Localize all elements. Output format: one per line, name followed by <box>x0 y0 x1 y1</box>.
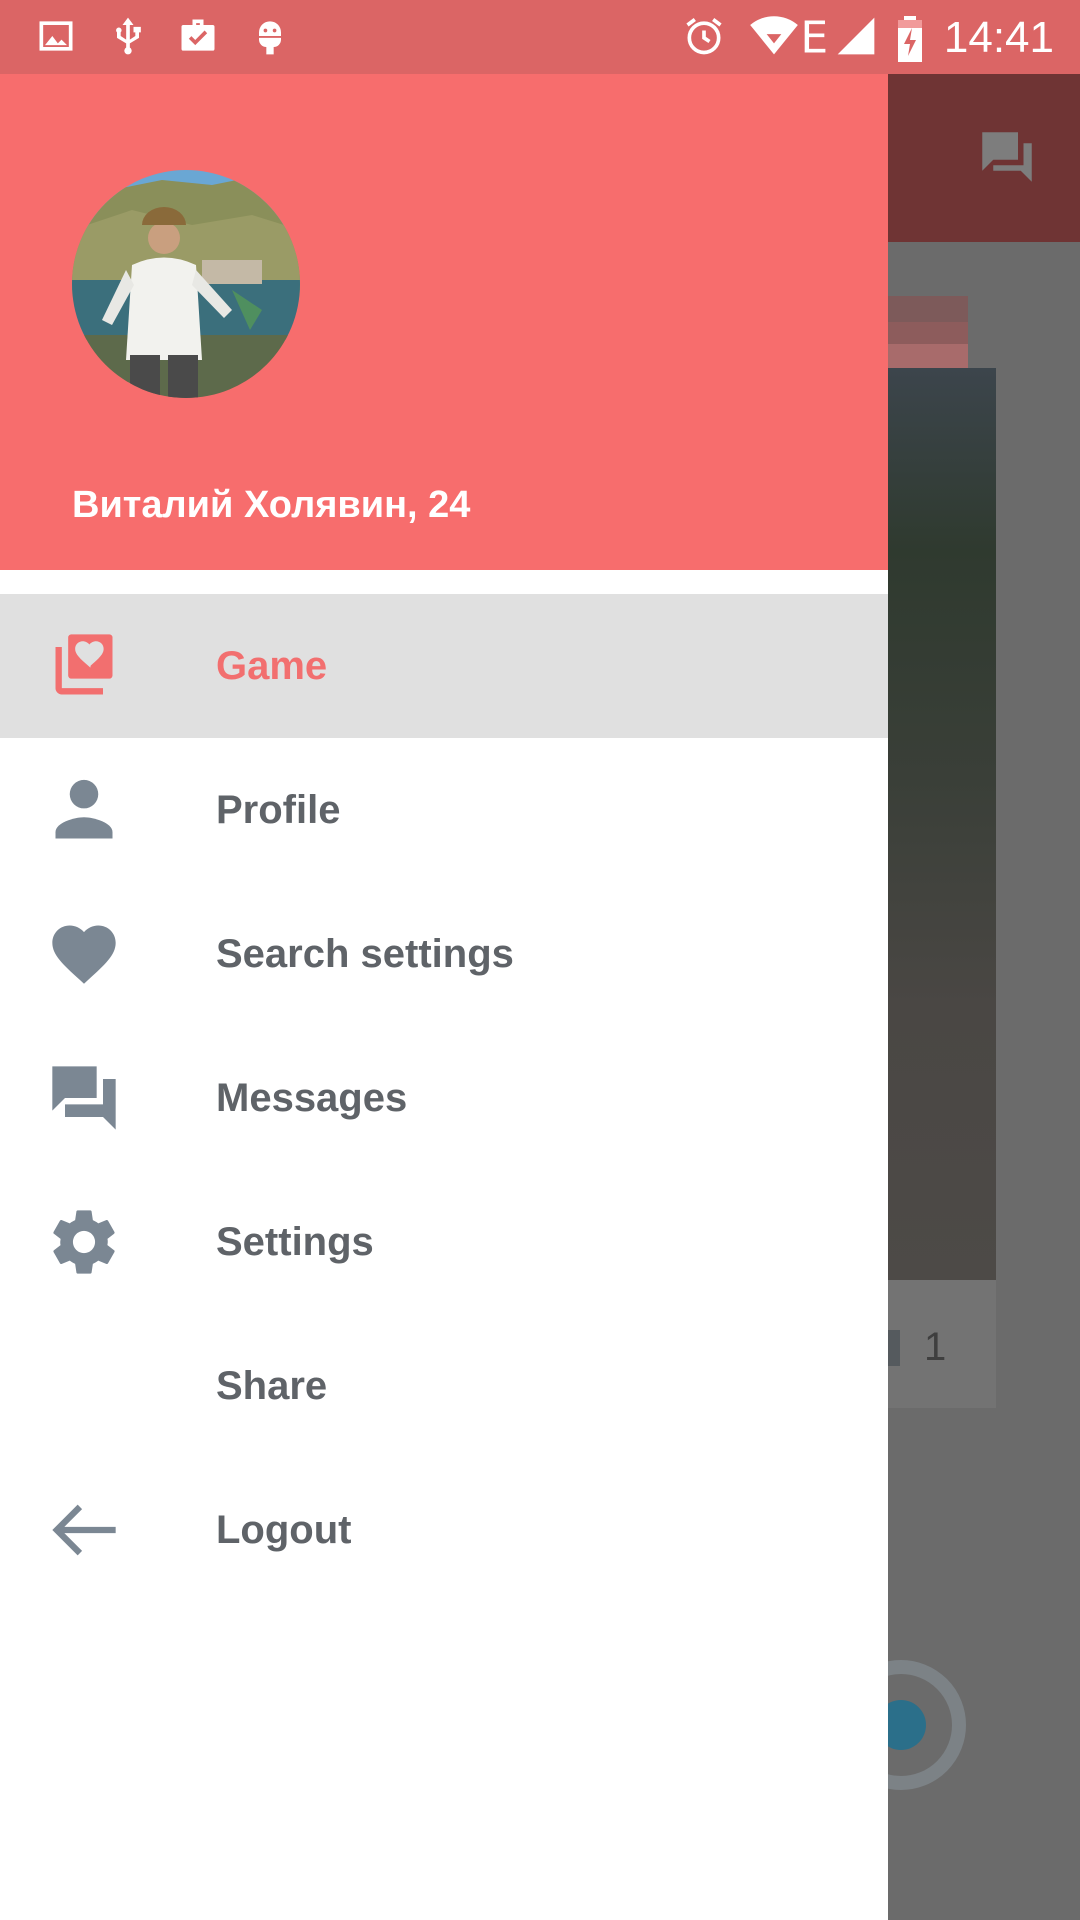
battery-charging-icon <box>892 14 928 62</box>
person-icon <box>46 772 122 848</box>
heart-icon <box>46 916 122 992</box>
signal-icon <box>834 14 878 58</box>
avatar[interactable] <box>72 170 300 398</box>
navigation-drawer: Виталий Холявин, 24 Game Profile Search … <box>0 74 888 1920</box>
background-card-tab <box>888 296 968 322</box>
clock: 14:41 <box>943 13 1054 62</box>
gear-icon <box>46 1204 122 1280</box>
drawer-item-messages[interactable]: Messages <box>0 1026 888 1170</box>
svg-text:E: E <box>800 14 828 58</box>
chat-icon <box>974 124 1040 190</box>
background-profile-photo <box>888 368 996 1280</box>
background-card-tab <box>888 344 968 368</box>
alarm-icon <box>682 14 726 58</box>
drawer-menu: Game Profile Search settings Messages Se… <box>0 594 888 1602</box>
background-like-count: 1 <box>924 1325 947 1369</box>
drawer-item-logout[interactable]: Logout <box>0 1458 888 1602</box>
chat-icon <box>46 1060 122 1136</box>
android-icon <box>248 14 292 58</box>
drawer-item-label: Search settings <box>216 932 514 976</box>
user-name: Виталий Холявин, 24 <box>72 484 471 526</box>
status-bar: E 14:41 <box>0 0 1080 74</box>
usb-icon <box>106 14 150 58</box>
drawer-item-game[interactable]: Game <box>0 594 888 738</box>
arrow-left-icon <box>46 1492 122 1568</box>
drawer-item-label: Profile <box>216 788 341 832</box>
drawer-item-settings[interactable]: Settings <box>0 1170 888 1314</box>
network-e-icon: E <box>800 13 830 64</box>
image-icon <box>34 14 78 58</box>
drawer-item-share[interactable]: Share <box>0 1314 888 1458</box>
background-card-tab <box>888 322 968 344</box>
drawer-item-profile[interactable]: Profile <box>0 738 888 882</box>
drawer-item-label: Settings <box>216 1220 374 1264</box>
drawer-item-label: Logout <box>216 1508 352 1552</box>
drawer-item-label: Messages <box>216 1076 408 1120</box>
drawer-item-label: Share <box>216 1364 328 1408</box>
cards-heart-icon <box>46 628 122 704</box>
background-profile-card <box>888 368 996 1280</box>
wifi-icon <box>748 14 800 58</box>
drawer-header: Виталий Холявин, 24 <box>0 74 888 570</box>
briefcase-check-icon <box>176 14 220 58</box>
drawer-item-search-settings[interactable]: Search settings <box>0 882 888 1026</box>
drawer-item-label: Game <box>216 644 328 688</box>
